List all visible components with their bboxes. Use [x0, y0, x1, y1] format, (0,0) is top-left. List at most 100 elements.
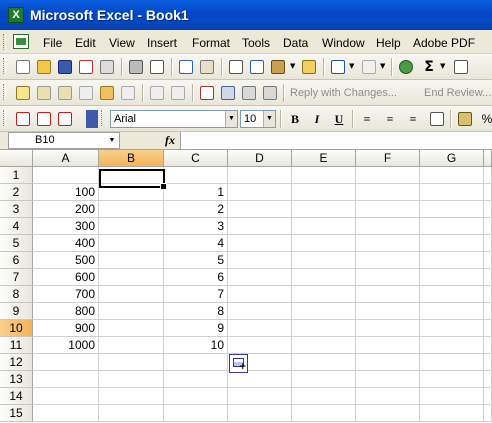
cell-b5[interactable]: [99, 235, 164, 252]
cell-c11[interactable]: 10: [164, 337, 228, 354]
cell-c3[interactable]: 2: [164, 201, 228, 218]
name-box-dropdown-icon[interactable]: ▼: [105, 133, 119, 148]
cell-g1[interactable]: [420, 167, 484, 184]
open-icon[interactable]: [35, 58, 53, 76]
cell-a6[interactable]: 500: [33, 252, 99, 269]
undo-dropdown-icon[interactable]: ▼: [349, 62, 357, 70]
cell-d1[interactable]: [228, 167, 292, 184]
cell-d2[interactable]: [228, 184, 292, 201]
cell-g15[interactable]: [420, 405, 484, 422]
update-file-icon[interactable]: [169, 84, 187, 102]
cell-d8[interactable]: [228, 286, 292, 303]
cell-g2[interactable]: [420, 184, 484, 201]
cell-g8[interactable]: [420, 286, 484, 303]
cell-g3[interactable]: [420, 201, 484, 218]
cell-c10[interactable]: 9: [164, 320, 228, 337]
paste-icon[interactable]: [269, 58, 287, 76]
cell-c1[interactable]: [164, 167, 228, 184]
select-all-corner[interactable]: [0, 150, 33, 167]
toolbar-grip[interactable]: [101, 110, 104, 126]
cell-b7[interactable]: [99, 269, 164, 286]
cell-a15[interactable]: [33, 405, 99, 422]
row-header[interactable]: 13: [0, 371, 33, 388]
column-header-g[interactable]: G: [420, 150, 484, 167]
cell-h5[interactable]: [484, 235, 492, 252]
cell-c15[interactable]: [164, 405, 228, 422]
cell-a10[interactable]: 900: [33, 320, 99, 337]
column-header-c[interactable]: C: [164, 150, 228, 167]
cell-f12[interactable]: [356, 354, 420, 371]
cell-g14[interactable]: [420, 388, 484, 405]
font-size-dropdown-icon[interactable]: ▼: [263, 111, 275, 127]
underline-button[interactable]: U: [330, 111, 348, 128]
cell-f15[interactable]: [356, 405, 420, 422]
cell-e4[interactable]: [292, 218, 356, 235]
research-icon[interactable]: [198, 58, 216, 76]
toolbar-options-icon[interactable]: [86, 110, 98, 128]
cell-b12[interactable]: [99, 354, 164, 371]
cell-e5[interactable]: [292, 235, 356, 252]
cell-f8[interactable]: [356, 286, 420, 303]
menu-data[interactable]: Data: [283, 36, 308, 50]
cell-a9[interactable]: 800: [33, 303, 99, 320]
cell-g7[interactable]: [420, 269, 484, 286]
active-cell-b10[interactable]: [99, 169, 167, 190]
cell-h12[interactable]: [484, 354, 492, 371]
cell-c2[interactable]: 1: [164, 184, 228, 201]
undo-icon[interactable]: [329, 58, 347, 76]
align-center-icon[interactable]: ≡: [381, 111, 399, 128]
cell-f11[interactable]: [356, 337, 420, 354]
row-header[interactable]: 1: [0, 167, 33, 184]
worksheet-grid[interactable]: A B C D E F G 1 2 100 1 3 200 2 4 300 3 5 400 4 6 500 5…: [0, 150, 492, 423]
cell-f4[interactable]: [356, 218, 420, 235]
row-header[interactable]: 10: [0, 320, 33, 337]
cell-b8[interactable]: [99, 286, 164, 303]
create-task-icon[interactable]: [148, 84, 166, 102]
cell-h7[interactable]: [484, 269, 492, 286]
cell-c5[interactable]: 4: [164, 235, 228, 252]
column-header-d[interactable]: D: [228, 150, 292, 167]
toolbar-grip[interactable]: [3, 84, 6, 100]
cell-b4[interactable]: [99, 218, 164, 235]
font-size-box[interactable]: 10 ▼: [240, 110, 276, 128]
protect-icon[interactable]: [219, 84, 237, 102]
menu-format[interactable]: Format: [192, 36, 230, 50]
cell-g10[interactable]: [420, 320, 484, 337]
auto-fill-options-icon[interactable]: +: [229, 354, 248, 373]
cell-c12[interactable]: [164, 354, 228, 371]
menu-adobe-pdf[interactable]: Adobe PDF: [413, 36, 475, 50]
cell-c7[interactable]: 6: [164, 269, 228, 286]
cell-a12[interactable]: [33, 354, 99, 371]
cell-b3[interactable]: [99, 201, 164, 218]
cell-g13[interactable]: [420, 371, 484, 388]
save-icon[interactable]: [56, 58, 74, 76]
menu-tools[interactable]: Tools: [242, 36, 270, 50]
row-header[interactable]: 12: [0, 354, 33, 371]
copy-icon[interactable]: [248, 58, 266, 76]
spelling-icon[interactable]: [177, 58, 195, 76]
cell-a11[interactable]: 1000: [33, 337, 99, 354]
cell-g6[interactable]: [420, 252, 484, 269]
cell-d6[interactable]: [228, 252, 292, 269]
row-header[interactable]: 2: [0, 184, 33, 201]
cell-d15[interactable]: [228, 405, 292, 422]
menu-grip[interactable]: [3, 34, 6, 50]
cell-g4[interactable]: [420, 218, 484, 235]
formula-input[interactable]: [180, 132, 492, 149]
insert-function-icon[interactable]: fx: [165, 133, 175, 148]
cell-d5[interactable]: [228, 235, 292, 252]
cell-h14[interactable]: [484, 388, 492, 405]
cell-f10[interactable]: [356, 320, 420, 337]
redo-dropdown-icon[interactable]: ▼: [380, 62, 388, 70]
cell-f14[interactable]: [356, 388, 420, 405]
cell-h1[interactable]: [484, 167, 492, 184]
cell-f3[interactable]: [356, 201, 420, 218]
delete-comment-icon[interactable]: [119, 84, 137, 102]
align-right-icon[interactable]: ≡: [404, 111, 422, 128]
sort-ascending-icon[interactable]: [452, 58, 470, 76]
cell-f7[interactable]: [356, 269, 420, 286]
cell-h2[interactable]: [484, 184, 492, 201]
cell-a7[interactable]: 600: [33, 269, 99, 286]
cell-h10[interactable]: [484, 320, 492, 337]
cell-c9[interactable]: 8: [164, 303, 228, 320]
